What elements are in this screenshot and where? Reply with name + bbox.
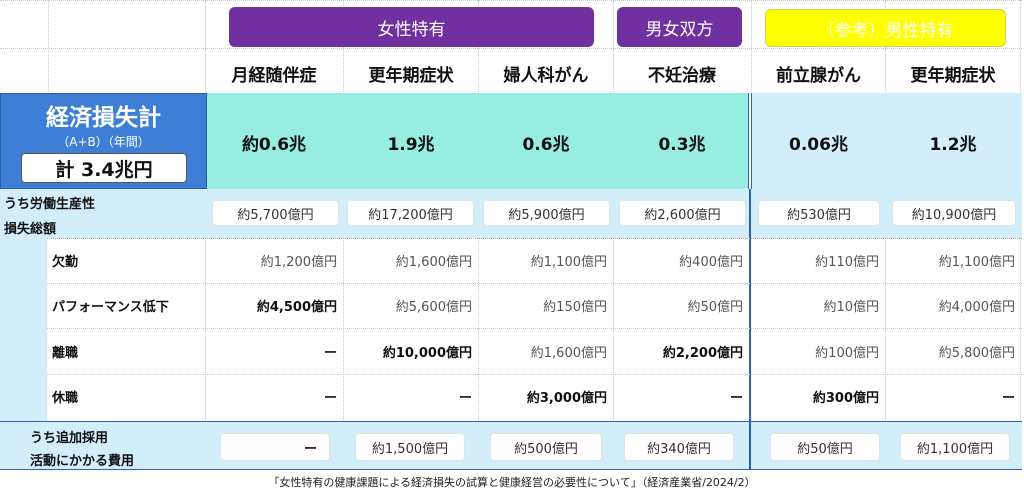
productivity-value-5: 約530億円 xyxy=(758,200,880,226)
performance-value-1: 約4,500億円 xyxy=(256,299,337,315)
row-label-resignation: 離職 xyxy=(52,345,79,361)
economic-loss-value-6: 1.2兆 xyxy=(929,134,977,155)
leave-value-6: ー xyxy=(1001,390,1015,406)
column-header-1: 月経随伴症 xyxy=(231,65,317,86)
column-header-2: 更年期症状 xyxy=(368,65,454,86)
productivity-label-line1: うち労働生産性 xyxy=(4,197,96,212)
leave-value-1: ー xyxy=(323,390,337,406)
hiring-value-5: 約50億円 xyxy=(770,433,880,461)
hiring-value-6: 約1,100億円 xyxy=(900,433,1010,461)
group-both-header: 男女双方 xyxy=(617,7,742,47)
economic-loss-title-cell: 経済損失計 （A+B）（年間） 計 3.4兆円 xyxy=(0,93,207,189)
group-male-header: （参考）男性特有 xyxy=(765,9,1006,47)
resignation-value-4: 約2,200億円 xyxy=(662,345,743,361)
column-header-3: 婦人科がん xyxy=(503,65,589,86)
resignation-value-1: ー xyxy=(323,345,337,361)
group-female-label: 女性特有 xyxy=(377,19,446,40)
hiring-value-3: 約500億円 xyxy=(490,433,602,461)
resignation-value-5: 約100億円 xyxy=(815,345,879,361)
productivity-label-line2: 損失総額 xyxy=(4,222,57,237)
absence-value-6: 約1,100億円 xyxy=(938,254,1015,270)
productivity-value-4: 約2,600億円 xyxy=(619,200,746,226)
performance-value-2: 約5,600億円 xyxy=(395,299,472,315)
hiring-value-1: ー xyxy=(220,433,330,461)
leave-value-2: ー xyxy=(458,390,472,406)
productivity-value-2: 約17,200億円 xyxy=(347,200,474,226)
column-header-6: 更年期症状 xyxy=(910,65,996,86)
economic-loss-value-2: 1.9兆 xyxy=(387,134,435,155)
leave-value-5: 約300億円 xyxy=(812,390,879,406)
economic-loss-total: 計 3.4兆円 xyxy=(21,153,187,183)
source-citation: 「女性特有の健康課題による経済損失の試算と健康経営の必要性について」（経済産業省… xyxy=(268,476,756,489)
row-label-performance-drop: パフォーマンス低下 xyxy=(52,299,169,315)
hiring-label-line2: 活動にかかる費用 xyxy=(30,454,135,469)
performance-value-3: 約150億円 xyxy=(543,299,607,315)
hiring-value-4: 約340億円 xyxy=(624,433,734,461)
productivity-value-1: 約5,700億円 xyxy=(212,200,339,226)
absence-value-4: 約400億円 xyxy=(679,254,743,270)
column-header-4: 不妊治療 xyxy=(648,65,716,86)
group-female-header: 女性特有 xyxy=(229,7,594,47)
group-male-label: （参考）男性特有 xyxy=(817,20,954,41)
absence-value-3: 約1,100億円 xyxy=(530,254,607,270)
economic-loss-title: 経済損失計 xyxy=(46,105,161,131)
performance-value-6: 約4,000億円 xyxy=(938,299,1015,315)
resignation-value-6: 約5,800億円 xyxy=(938,345,1015,361)
row-label-leave: 休職 xyxy=(52,390,79,406)
resignation-value-3: 約1,600億円 xyxy=(530,345,607,361)
economic-loss-value-3: 0.6兆 xyxy=(522,134,570,155)
breakdown-left-strip xyxy=(0,238,47,421)
leave-value-4: ー xyxy=(729,390,743,406)
economic-loss-value-4: 0.3兆 xyxy=(658,134,706,155)
row-label-absence: 欠勤 xyxy=(52,254,79,270)
hiring-label-line1: うち追加採用 xyxy=(30,431,109,446)
leave-value-3: 約3,000億円 xyxy=(526,390,607,406)
group-both-label: 男女双方 xyxy=(645,19,714,40)
resignation-value-2: 約10,000億円 xyxy=(382,345,472,361)
absence-value-5: 約110億円 xyxy=(815,254,879,270)
productivity-value-6: 約10,900億円 xyxy=(892,200,1016,226)
economic-loss-value-5: 0.06兆 xyxy=(789,134,848,155)
productivity-value-3: 約5,900億円 xyxy=(483,200,610,226)
economic-loss-value-1: 約0.6兆 xyxy=(241,134,307,155)
economic-loss-subtitle: （A+B）（年間） xyxy=(57,135,150,149)
performance-value-5: 約10億円 xyxy=(823,299,879,315)
absence-value-1: 約1,200億円 xyxy=(260,254,337,270)
performance-value-4: 約50億円 xyxy=(687,299,743,315)
hiring-value-2: 約1,500億円 xyxy=(355,433,465,461)
absence-value-2: 約1,600億円 xyxy=(395,254,472,270)
column-header-5: 前立腺がん xyxy=(776,65,861,86)
